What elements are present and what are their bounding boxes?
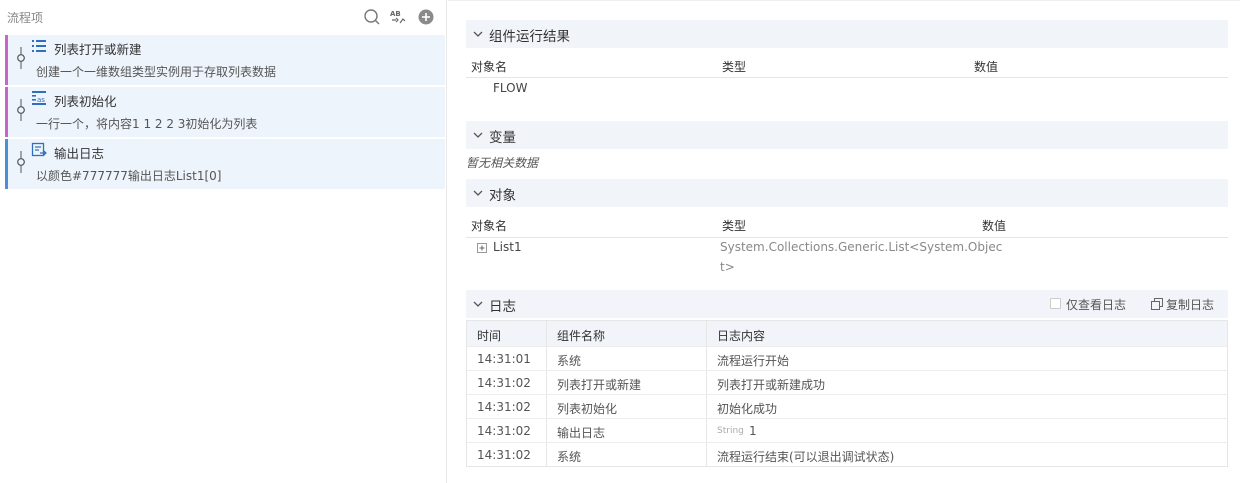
chevron-down-icon[interactable] xyxy=(472,187,484,199)
table-divider xyxy=(466,77,1228,78)
object-type-line1: System.Collections.Generic.List<System.O… xyxy=(720,240,1003,254)
column-header-type: 类型 xyxy=(722,60,747,74)
column-header-type: 类型 xyxy=(722,219,747,233)
flow-item-description: 创建一个一维数组类型实例用于存取列表数据 xyxy=(36,65,277,79)
log-content: 初始化成功 xyxy=(717,402,778,416)
section-title: 对象 xyxy=(489,188,516,204)
log-time: 14:31:01 xyxy=(477,352,531,366)
log-component: 列表初始化 xyxy=(557,402,618,416)
log-table: 时间 组件名称 日志内容 14:31:01 系统 流程运行开始 14:31:02… xyxy=(466,320,1228,467)
log-time: 14:31:02 xyxy=(477,376,531,390)
item-color-bar xyxy=(5,87,8,137)
table-divider xyxy=(466,237,1228,238)
log-row: 14:31:01 系统 流程运行开始 xyxy=(467,346,1227,370)
log-component: 列表打开或新建 xyxy=(557,378,642,392)
chevron-down-icon[interactable] xyxy=(472,298,484,310)
log-content: 1 xyxy=(749,424,757,438)
chevron-down-icon[interactable] xyxy=(472,28,484,40)
column-header-object-name: 对象名 xyxy=(471,60,508,74)
search-icon[interactable] xyxy=(363,8,381,26)
log-component: 系统 xyxy=(557,450,582,464)
section-title: 组件运行结果 xyxy=(489,29,570,45)
add-circle-icon[interactable] xyxy=(417,8,435,26)
log-table-header: 时间 组件名称 日志内容 xyxy=(467,321,1227,346)
section-header-log[interactable]: 日志 仅查看日志 复制日志 xyxy=(466,290,1228,318)
flow-item-description: 以颜色#777777输出日志List1[0] xyxy=(36,169,222,183)
log-content: 流程运行结束(可以退出调试状态) xyxy=(717,450,895,464)
log-time: 14:31:02 xyxy=(477,424,531,438)
column-header-component: 组件名称 xyxy=(557,329,606,343)
flow-item-description: 一行一个，将内容1 1 2 2 3初始化为列表 xyxy=(36,117,258,131)
flow-item-title: 输出日志 xyxy=(54,146,105,161)
log-row: 14:31:02 输出日志 String 1 xyxy=(467,418,1227,442)
column-header-object-name: 对象名 xyxy=(471,219,508,233)
debug-results-panel: 组件运行结果 对象名 类型 数值 FLOW 变量 暂无相关数据 对象 对象名 类… xyxy=(448,0,1240,483)
expand-plus-icon[interactable] xyxy=(477,242,487,253)
log-component: 系统 xyxy=(557,354,582,368)
list-init-icon: as xyxy=(31,90,47,106)
log-component: 输出日志 xyxy=(557,426,606,440)
object-name[interactable]: List1 xyxy=(493,240,522,254)
item-color-bar xyxy=(5,139,8,189)
section-header-objects[interactable]: 对象 xyxy=(466,179,1228,207)
result-object-name: FLOW xyxy=(493,81,528,95)
copy-icon[interactable] xyxy=(1151,298,1163,310)
only-log-label[interactable]: 仅查看日志 xyxy=(1066,296,1126,313)
list-icon xyxy=(31,38,47,54)
copy-log-button[interactable]: 复制日志 xyxy=(1166,296,1214,313)
column-header-value: 数值 xyxy=(982,219,1007,233)
log-type-tag: String xyxy=(717,426,744,436)
log-time: 14:31:02 xyxy=(477,400,531,414)
svg-text:as: as xyxy=(37,96,45,104)
column-header-content: 日志内容 xyxy=(717,329,766,343)
breakpoint-pin-icon[interactable] xyxy=(15,99,27,121)
section-header-variables[interactable]: 变量 xyxy=(466,121,1228,149)
flow-items-title: 流程项 xyxy=(7,11,44,25)
column-header-time: 时间 xyxy=(477,329,502,343)
log-content: 流程运行开始 xyxy=(717,354,790,368)
item-color-bar xyxy=(5,35,8,85)
log-content: 列表打开或新建成功 xyxy=(717,378,826,392)
flow-item-title: 列表打开或新建 xyxy=(54,42,142,57)
log-row: 14:31:02 系统 流程运行结束(可以退出调试状态) xyxy=(467,442,1227,466)
spell-check-icon[interactable]: AB xyxy=(389,8,407,26)
empty-data-text: 暂无相关数据 xyxy=(466,156,539,170)
section-title: 日志 xyxy=(489,299,516,315)
object-type-line2: t> xyxy=(720,260,735,274)
log-time: 14:31:02 xyxy=(477,448,531,462)
log-row: 14:31:02 列表打开或新建 列表打开或新建成功 xyxy=(467,370,1227,394)
svg-text:AB: AB xyxy=(390,10,401,18)
flow-items-header: 流程项 AB xyxy=(0,0,447,34)
flow-item-list-init[interactable]: as 列表初始化 一行一个，将内容1 1 2 2 3初始化为列表 xyxy=(5,87,445,137)
only-log-checkbox[interactable] xyxy=(1050,298,1061,309)
flow-item-list-open[interactable]: 列表打开或新建 创建一个一维数组类型实例用于存取列表数据 xyxy=(5,35,445,85)
section-header-component-result[interactable]: 组件运行结果 xyxy=(466,20,1228,48)
column-header-value: 数值 xyxy=(974,60,999,74)
chevron-down-icon[interactable] xyxy=(472,129,484,141)
log-row: 14:31:02 列表初始化 初始化成功 xyxy=(467,394,1227,418)
flow-item-output-log[interactable]: 输出日志 以颜色#777777输出日志List1[0] xyxy=(5,139,445,189)
section-title: 变量 xyxy=(489,130,516,146)
breakpoint-pin-icon[interactable] xyxy=(15,47,27,69)
log-output-icon xyxy=(31,142,47,158)
flow-item-title: 列表初始化 xyxy=(54,94,117,109)
breakpoint-pin-icon[interactable] xyxy=(15,151,27,173)
flow-items-panel: 流程项 AB 列表打开或新建 创建一个一维数组类型实例用于存取列表数据 as 列… xyxy=(0,0,447,483)
